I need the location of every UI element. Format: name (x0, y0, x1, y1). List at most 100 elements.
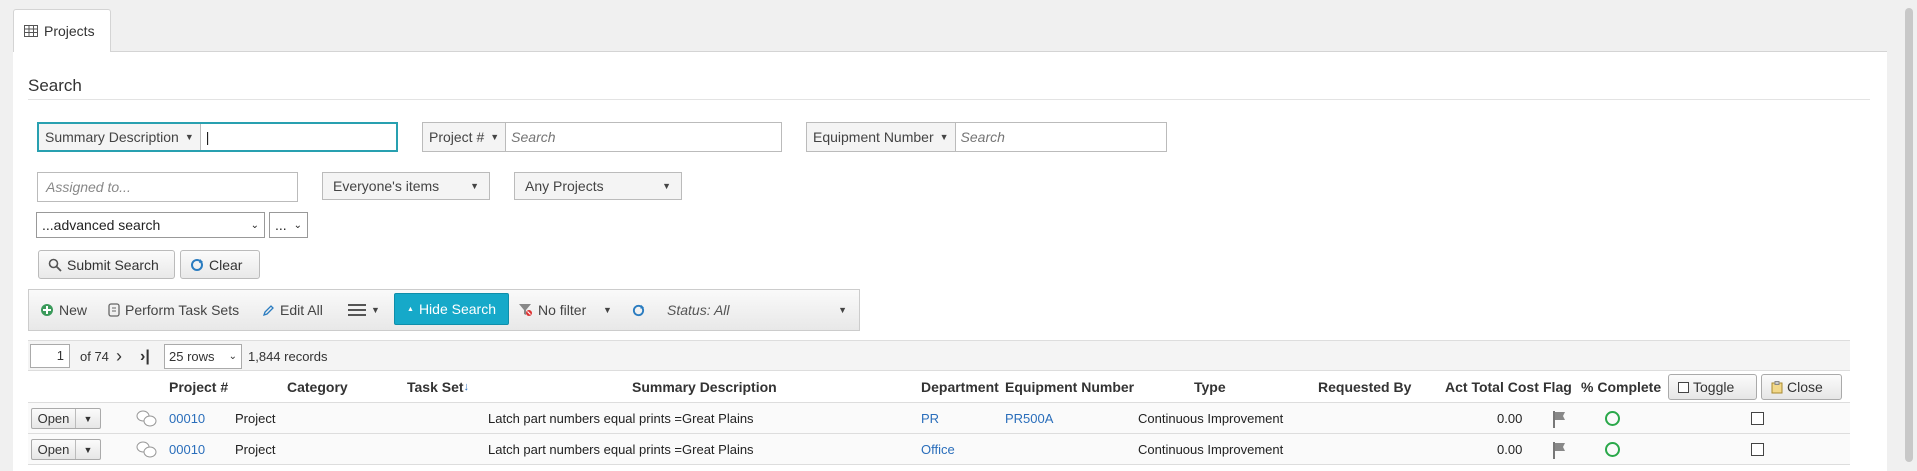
submit-search-button[interactable]: Submit Search (38, 250, 175, 279)
caret-down-icon: ▼ (939, 132, 949, 142)
page-scrollbar[interactable] (1901, 0, 1917, 462)
comments-icon[interactable] (135, 403, 159, 434)
equipment-search-field[interactable]: Equipment Number ▼ (806, 122, 1167, 152)
clear-label: Clear (209, 256, 243, 273)
col-task-set[interactable]: Task Set ↓ (407, 371, 469, 403)
summary-cell: Latch part numbers equal prints =Great P… (488, 411, 754, 426)
record-count: 1,844 records (248, 349, 328, 364)
status-dropdown[interactable]: Status: All ▼ (667, 290, 847, 330)
filter-dropdown-button[interactable]: ▼ (603, 290, 612, 330)
col-summary[interactable]: Summary Description (632, 371, 777, 403)
tab-projects[interactable]: Projects (13, 9, 111, 52)
refresh-button[interactable] (632, 290, 645, 330)
close-label: Close (1787, 379, 1823, 395)
scrollbar-thumb[interactable] (1905, 8, 1913, 462)
caret-down-icon: ▼ (83, 413, 93, 424)
toggle-button[interactable]: Toggle (1668, 374, 1757, 400)
submit-search-label: Submit Search (67, 256, 159, 273)
col-flag[interactable]: Flag (1543, 371, 1572, 403)
search-heading: Search (28, 76, 82, 95)
chevron-down-icon: ⌄ (293, 219, 302, 231)
clipboard-icon (1771, 380, 1783, 393)
complete-circle-icon (1605, 434, 1620, 465)
clear-button[interactable]: Clear (180, 250, 260, 279)
department-link[interactable]: PR (921, 403, 939, 434)
caret-down-icon: ▼ (838, 305, 847, 315)
triangle-up-icon: ▲ (407, 305, 414, 313)
open-button[interactable]: Open ▼ (31, 439, 101, 460)
last-page-icon[interactable]: ›| (140, 341, 150, 372)
project-field-label: Project # (429, 129, 485, 145)
col-department[interactable]: Department (921, 371, 999, 403)
page-number-input[interactable]: 1 (30, 344, 70, 368)
table-header: Project # Category Task Set ↓ Summary Des… (28, 371, 1850, 403)
project-search-field[interactable]: Project # ▼ (422, 122, 782, 152)
pager: 1 of 74 › ›| 25 rows ⌄ 1,844 records (28, 340, 1850, 371)
table-icon (24, 25, 38, 37)
divider (28, 99, 1870, 100)
refresh-icon (632, 304, 645, 316)
comments-icon[interactable] (135, 434, 159, 465)
edit-all-button[interactable]: Edit All (262, 290, 323, 330)
col-requested-by[interactable]: Requested By (1318, 371, 1411, 403)
cost-cell: 0.00 (1497, 442, 1523, 457)
department-link[interactable]: Office (921, 434, 955, 465)
col-category[interactable]: Category (287, 371, 348, 403)
caret-down-icon: ▼ (490, 132, 500, 142)
more-options-label: ... (275, 217, 287, 233)
projects-filter-dropdown[interactable]: Any Projects ▼ (514, 172, 682, 200)
new-button[interactable]: New (40, 290, 87, 330)
items-filter-dropdown[interactable]: Everyone's items ▼ (322, 172, 490, 200)
tab-label: Projects (44, 23, 95, 39)
rows-per-page-select[interactable]: 25 rows ⌄ (164, 344, 242, 369)
col-task-set-label: Task Set (407, 379, 464, 395)
category-cell: Project (235, 411, 276, 426)
project-search-input[interactable] (506, 123, 781, 151)
task-sets-label: Perform Task Sets (125, 302, 240, 318)
project-field-select[interactable]: Project # ▼ (423, 123, 507, 151)
new-label: New (59, 302, 88, 318)
toggle-checkbox[interactable] (1751, 403, 1764, 434)
hide-search-label: Hide Search (418, 301, 496, 317)
caret-down-icon: ▼ (603, 305, 612, 315)
flag-icon[interactable] (1552, 403, 1566, 434)
equipment-search-input[interactable] (955, 123, 1166, 151)
flag-icon[interactable] (1552, 434, 1566, 465)
category-cell: Project (235, 442, 276, 457)
project-link[interactable]: 00010 (169, 403, 205, 434)
advanced-search-select[interactable]: ...advanced search ⌄ (36, 212, 265, 238)
more-options-select[interactable]: ... ⌄ (269, 212, 308, 238)
equipment-link[interactable]: PR500A (1005, 403, 1053, 434)
hamburger-icon (348, 304, 366, 316)
edit-all-label: Edit All (280, 302, 323, 318)
grid-toolbar: New Perform Task Sets Edit All ▼ ▲ Hide … (28, 289, 860, 331)
menu-button[interactable]: ▼ (348, 290, 380, 330)
equipment-field-label: Equipment Number (813, 129, 934, 145)
next-page-icon[interactable]: › (116, 341, 122, 372)
summary-field-select[interactable]: Summary Description ▼ (39, 124, 201, 150)
hide-search-button[interactable]: ▲ Hide Search (394, 293, 509, 325)
summary-search-input[interactable] (200, 124, 396, 150)
task-set-icon (108, 303, 120, 317)
search-icon (48, 258, 62, 272)
summary-search-field[interactable]: Summary Description ▼ (37, 122, 398, 152)
perform-task-sets-button[interactable]: Perform Task Sets (108, 290, 239, 330)
toggle-checkbox[interactable] (1751, 434, 1764, 465)
col-equipment[interactable]: Equipment Number (1005, 371, 1134, 403)
close-button[interactable]: Close (1761, 374, 1842, 400)
open-button[interactable]: Open ▼ (31, 408, 101, 429)
advanced-search-label: ...advanced search (42, 217, 161, 233)
col-project-no[interactable]: Project # (169, 371, 228, 403)
items-filter-label: Everyone's items (333, 178, 440, 194)
project-link[interactable]: 00010 (169, 434, 205, 465)
filter-off-icon (519, 304, 532, 316)
equipment-field-select[interactable]: Equipment Number ▼ (807, 123, 956, 151)
col-cost[interactable]: Act Total Cost (1445, 371, 1539, 403)
no-filter-button[interactable]: No filter (518, 290, 586, 330)
sort-icon: ↓ (463, 381, 470, 393)
caret-down-icon: ▼ (470, 181, 479, 191)
assigned-to-input[interactable]: Assigned to... (37, 172, 298, 202)
page-count: of 74 (80, 349, 109, 364)
col-complete[interactable]: % Complete (1581, 371, 1661, 403)
col-type[interactable]: Type (1194, 371, 1226, 403)
